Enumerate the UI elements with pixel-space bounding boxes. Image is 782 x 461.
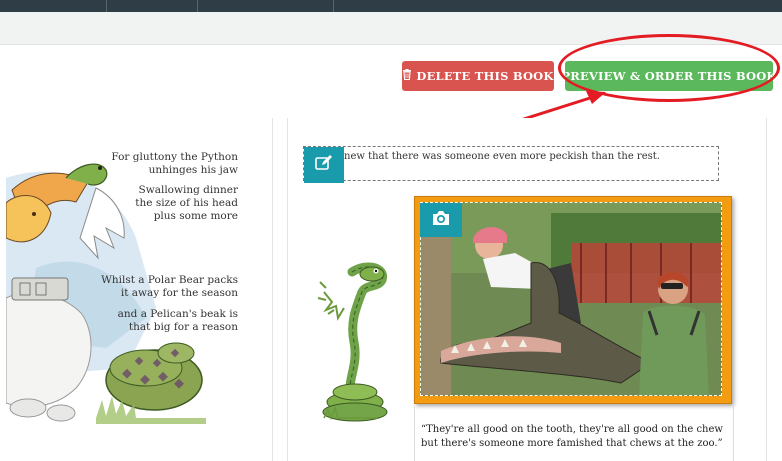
poem-stanza-3: Whilst a Polar Bear packs it away for th… — [101, 274, 238, 300]
poem-line: For gluttony the Python — [111, 151, 238, 163]
camera-icon — [431, 210, 451, 231]
annotation-oval — [558, 34, 780, 102]
poem-line: unhinges his jaw — [148, 164, 238, 176]
delete-book-label: DELETE THIS BOOK — [416, 69, 554, 83]
top-nav-bar — [0, 0, 782, 12]
poem-line: Swallowing dinner — [138, 184, 238, 196]
left-book-page: For gluttony the Python unhinges his jaw… — [6, 118, 273, 461]
story-text[interactable]: new that there was someone even more pec… — [344, 151, 660, 162]
edit-text-button[interactable] — [304, 147, 344, 183]
change-photo-button[interactable] — [420, 203, 462, 237]
caption-line: but there's someone more famished that c… — [421, 438, 723, 449]
uploaded-photo[interactable] — [420, 202, 722, 396]
nav-segment[interactable] — [107, 0, 198, 12]
poem-line: and a Pelican's beak is — [117, 308, 238, 320]
editable-text-box[interactable]: new that there was someone even more pec… — [303, 146, 719, 181]
crocodile-photo — [421, 203, 721, 395]
poem-line: it away for the season — [120, 287, 238, 299]
poem-line: plus some more — [153, 210, 238, 222]
poem-line: the size of his head — [135, 197, 238, 209]
nav-segment[interactable] — [198, 0, 334, 12]
delete-book-button[interactable]: DELETE THIS BOOK — [402, 61, 554, 91]
caption-line: “They're all good on the tooth, they're … — [421, 424, 723, 435]
nav-segment[interactable] — [0, 0, 107, 12]
poem-stanza-2: Swallowing dinner the size of his head p… — [135, 184, 238, 223]
poem-line: that big for a reason — [128, 321, 238, 333]
edit-icon — [315, 154, 333, 176]
poem-line: Whilst a Polar Bear packs — [101, 274, 238, 286]
photo-caption[interactable]: “They're all good on the tooth, they're … — [421, 423, 723, 451]
poem-stanza-4: and a Pelican's beak is that big for a r… — [118, 308, 238, 334]
trash-icon — [402, 69, 412, 83]
snake-illustration — [317, 262, 388, 422]
poem-stanza-1: For gluttony the Python unhinges his jaw — [111, 151, 238, 177]
